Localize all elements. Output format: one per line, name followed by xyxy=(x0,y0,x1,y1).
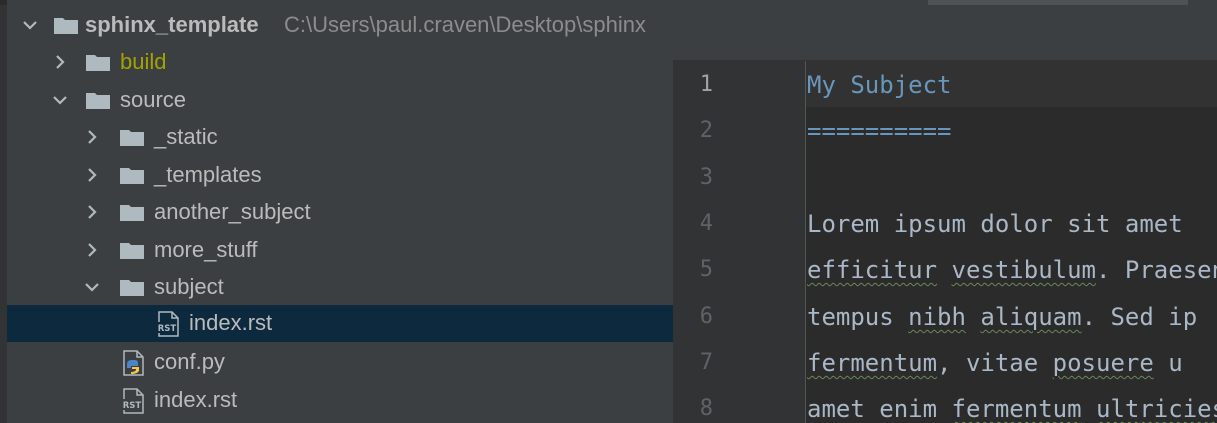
folder-icon xyxy=(120,280,144,296)
spelling-warning[interactable]: ultricies xyxy=(1096,395,1217,423)
folder-icon xyxy=(120,205,144,221)
line-number: 4 xyxy=(699,211,713,236)
code-line-5: efficitur vestibulum. Praesent xyxy=(807,256,1217,284)
folder-icon xyxy=(54,18,78,34)
folder-icon xyxy=(86,55,110,71)
tree-item-templates[interactable]: _templates xyxy=(7,157,673,194)
line-number: 1 xyxy=(699,72,713,97)
root-folder-name: sphinx_template xyxy=(85,12,259,37)
tree-item-subject-index-rst[interactable]: RST index.rst xyxy=(7,305,673,342)
spelling-warning[interactable]: nibh xyxy=(908,303,966,331)
line-number-gutter: 1 2 3 4 5 6 7 8 xyxy=(673,61,806,423)
line-number: 6 xyxy=(699,304,713,329)
line-number: 2 xyxy=(699,118,713,143)
chevron-right-icon[interactable] xyxy=(83,241,101,259)
chevron-right-icon[interactable] xyxy=(83,128,101,146)
chevron-down-icon[interactable] xyxy=(51,91,69,109)
folder-icon xyxy=(86,93,110,109)
tree-item-label: subject xyxy=(154,274,224,299)
code-text: . Sed ip xyxy=(1081,303,1198,331)
tree-item-label: index.rst xyxy=(189,310,273,335)
tree-item-static[interactable]: _static xyxy=(7,119,673,156)
line-number: 5 xyxy=(699,257,713,282)
tree-item-conf-py[interactable]: conf.py xyxy=(7,344,673,381)
chevron-down-icon[interactable] xyxy=(83,278,101,296)
tree-item-label: _static xyxy=(154,124,218,149)
spelling-warning[interactable]: aliquam xyxy=(980,303,1081,331)
tree-item-label: _templates xyxy=(154,162,262,187)
tree-item-label: index.rst xyxy=(154,387,238,412)
code-text: , vitae xyxy=(937,349,1053,377)
tree-item-label: source xyxy=(120,87,187,112)
spelling-warning[interactable]: posuere xyxy=(1053,349,1154,377)
tree-item-label: build xyxy=(120,49,167,74)
tool-window-strip xyxy=(0,0,7,423)
rst-file-icon: RST xyxy=(122,388,144,414)
code-text: tempus xyxy=(807,303,909,331)
editor-tab-edge[interactable] xyxy=(928,0,1188,5)
tree-item-index-rst[interactable]: RST index.rst xyxy=(7,382,673,419)
code-line-1: My Subject xyxy=(807,71,952,99)
chevron-right-icon[interactable] xyxy=(51,53,69,71)
rst-icon-letters: RST xyxy=(158,324,177,334)
folder-icon xyxy=(120,243,144,259)
tree-item-label: more_stuff xyxy=(154,237,258,262)
folder-icon xyxy=(120,130,144,146)
strip-corner xyxy=(0,0,7,5)
code-text: . Praesent xyxy=(1096,256,1217,284)
line-number: 3 xyxy=(699,165,713,190)
tree-item-label: conf.py xyxy=(154,349,225,374)
tree-item-label: another_subject xyxy=(154,199,311,224)
code-line-4: Lorem ipsum dolor sit amet xyxy=(807,210,1183,238)
chevron-down-icon[interactable] xyxy=(21,16,39,34)
tree-root-sphinx-template[interactable]: sphinx_template C:\Users\paul.craven\Des… xyxy=(7,7,673,44)
tree-item-another-subject[interactable]: another_subject xyxy=(7,194,673,231)
chevron-right-icon[interactable] xyxy=(83,203,101,221)
code-editor[interactable]: 1 2 3 4 5 6 7 8 My Subject ========== Lo… xyxy=(673,0,1217,423)
tree-item-build[interactable]: build xyxy=(7,44,673,81)
spelling-warning[interactable]: vestibulum xyxy=(952,256,1097,284)
rst-icon-letters: RST xyxy=(123,401,142,411)
editor-tab-bar xyxy=(673,0,1217,61)
code-line-6: tempus nibh aliquam. Sed ip xyxy=(807,303,1197,331)
code-line-7: fermentum, vitae posuere u xyxy=(807,349,1183,377)
tree-item-source[interactable]: source xyxy=(7,82,673,119)
code-text: amet enim xyxy=(807,395,952,423)
tree-item-subject[interactable]: subject xyxy=(7,269,673,306)
code-text: u xyxy=(1153,349,1183,377)
code-line-8: amet enim fermentum ultricies xyxy=(807,395,1217,423)
code-area[interactable]: My Subject ========== Lorem ipsum dolor … xyxy=(806,61,1217,423)
project-tree: sphinx_template C:\Users\paul.craven\Des… xyxy=(0,0,673,423)
root-folder-path: C:\Users\paul.craven\Desktop\sphinx xyxy=(284,12,646,37)
tree-item-more-stuff[interactable]: more_stuff xyxy=(7,232,673,269)
spelling-warning[interactable]: efficitur xyxy=(807,256,937,284)
spelling-warning[interactable]: fermentum xyxy=(952,395,1082,423)
python-file-icon xyxy=(123,350,144,376)
line-number: 8 xyxy=(699,396,713,421)
chevron-right-icon[interactable] xyxy=(83,166,101,184)
folder-icon xyxy=(120,168,144,184)
rst-file-icon: RST xyxy=(157,311,179,337)
spelling-warning[interactable]: fermentum xyxy=(807,349,937,377)
code-line-2: ========== xyxy=(807,117,952,145)
line-number: 7 xyxy=(699,350,713,375)
